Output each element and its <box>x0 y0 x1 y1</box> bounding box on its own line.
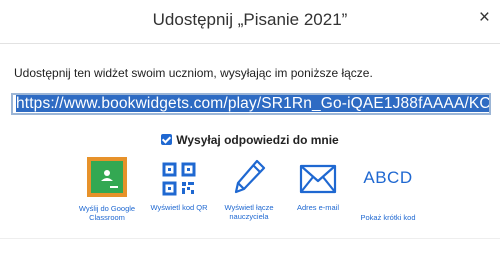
show-teacher-link-button[interactable]: Wyświetl łącze nauczyciela <box>214 158 284 221</box>
dialog-header: Udostępnij „Pisanie 2021” × <box>0 0 500 44</box>
classroom-person-icon <box>101 170 118 188</box>
google-classroom-icon[interactable] <box>87 157 127 197</box>
send-answers-label: Wysyłaj odpowiedzi do mnie <box>176 133 339 147</box>
send-answers-option[interactable]: Wysyłaj odpowiedzi do mnie <box>0 133 500 147</box>
close-icon[interactable]: × <box>479 8 490 27</box>
dialog-footer-divider <box>0 238 500 239</box>
pencil-icon <box>234 159 266 194</box>
teacher-link-label-1: Wyświetl łącze <box>224 203 274 212</box>
qr-code-label: Wyświetl kod QR <box>150 203 208 212</box>
qr-code-icon <box>162 162 196 196</box>
short-code-icon: ABCD <box>363 168 413 187</box>
envelope-icon <box>299 164 337 194</box>
share-url-field[interactable]: https://www.bookwidgets.com/play/SR1Rn_G… <box>11 93 491 115</box>
google-classroom-board <box>91 161 123 193</box>
teacher-link-label-2: nauczyciela <box>229 212 269 221</box>
email-label: Adres e-mail <box>296 203 340 212</box>
send-answers-checkbox[interactable] <box>161 134 173 145</box>
dialog-title: Udostępnij „Pisanie 2021” <box>152 10 348 29</box>
email-address-button[interactable]: Adres e-mail <box>284 158 352 212</box>
google-classroom-label-2: Classroom <box>89 213 125 222</box>
send-google-classroom-button[interactable]: Wyślij do Google Classroom <box>64 198 150 222</box>
google-classroom-label-1: Wyślij do Google <box>78 204 136 213</box>
show-qr-code-button[interactable]: Wyświetl kod QR <box>142 158 216 212</box>
short-code-label: Pokaż krótki kod <box>360 213 416 222</box>
share-url-text[interactable]: https://www.bookwidgets.com/play/SR1Rn_G… <box>16 95 489 112</box>
show-short-code-button[interactable]: ABCD Pokaż krótki kod <box>348 158 428 222</box>
share-description: Udostępnij ten widżet swoim uczniom, wys… <box>14 66 373 80</box>
